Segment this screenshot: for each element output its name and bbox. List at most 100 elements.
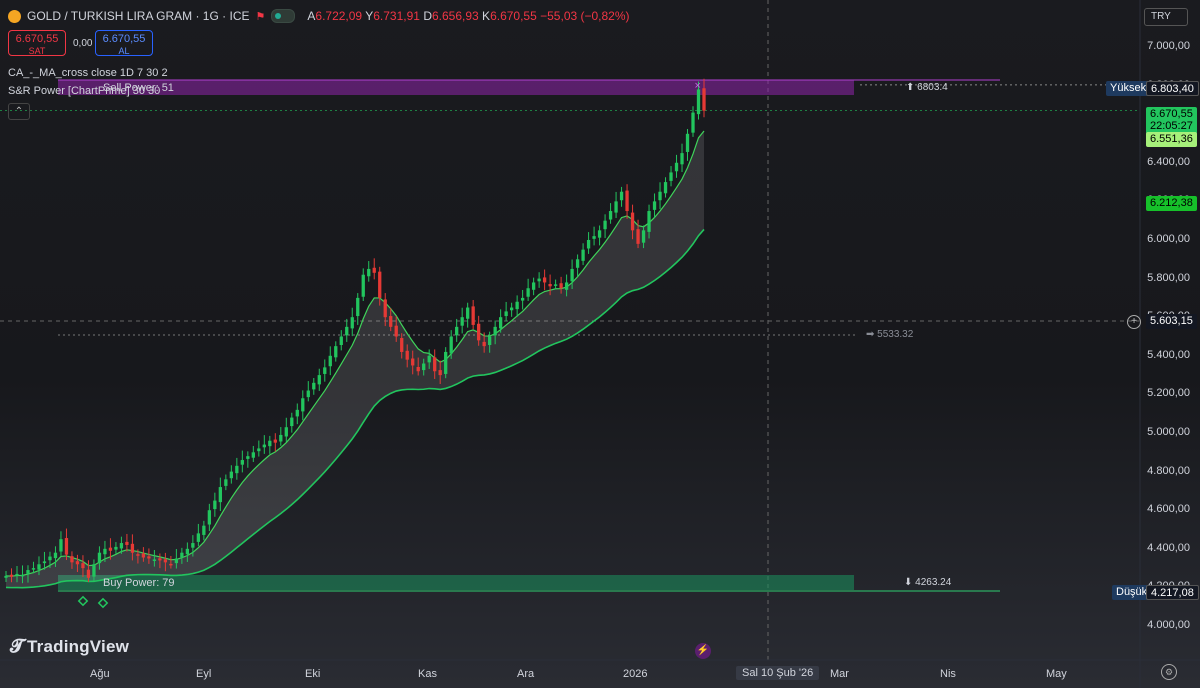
candle-body [466, 307, 470, 319]
candle-body [92, 564, 96, 577]
price-axis-tick: 4.400,00 [1147, 541, 1190, 554]
candle-body [207, 510, 212, 525]
price-chart[interactable]: × [0, 0, 1200, 688]
candle-body [444, 351, 448, 374]
flag-icon[interactable]: ⚑ [256, 10, 266, 23]
candle-body [4, 575, 8, 578]
candle-body [180, 552, 184, 558]
market-status-toggle-icon[interactable] [271, 9, 296, 23]
candle-body [268, 440, 272, 447]
candle-body [361, 274, 365, 297]
candle-body [394, 325, 398, 337]
candle-body [174, 558, 179, 564]
candle-body [262, 444, 266, 448]
candle-body [169, 563, 173, 566]
time-axis-tick: Eki [305, 668, 321, 680]
candle-body [504, 311, 508, 317]
low-zone-level: ⬇ 4263.24 [904, 577, 952, 588]
tradingview-logo-icon: 𝓣 [10, 636, 24, 656]
candle-body [367, 268, 371, 277]
candle-body [290, 417, 294, 427]
time-axis-tick: Eyl [196, 668, 212, 680]
crosshair-price-tag: 5.603,15 [1146, 314, 1197, 329]
candle-body [702, 88, 706, 111]
candle-body [306, 390, 310, 398]
candle-body [334, 346, 338, 358]
chart-stage: × GOLD / TURKISH LIRA GRAM · 1G · ICE ⚑ … [0, 0, 1200, 688]
candle-body [147, 556, 151, 559]
candle-body [202, 525, 206, 535]
candle-body [339, 336, 343, 345]
candle-body [389, 316, 393, 327]
candle-body [75, 561, 80, 565]
candle-body [663, 182, 668, 194]
time-axis-tick: Mar [830, 668, 849, 680]
buy-signal-diamond-icon [97, 597, 109, 609]
high-zone-level: ⬆ 6803.4 [906, 82, 948, 93]
high-marker-icon: × [695, 80, 701, 92]
candle-body [641, 230, 646, 243]
candle-body [553, 284, 558, 286]
candle-body [257, 448, 261, 452]
candle-body [526, 288, 530, 297]
collapse-legend-button[interactable]: ⌃ [8, 103, 30, 120]
candle-body [240, 460, 244, 465]
candle-body [345, 326, 349, 336]
candle-body [48, 556, 52, 561]
candle-body [317, 375, 321, 385]
price-axis-tick: 5.200,00 [1147, 387, 1190, 400]
candle-body [141, 553, 146, 558]
buy-button[interactable]: 6.670,55 AL [95, 30, 153, 56]
time-axis-tick: May [1046, 668, 1067, 680]
candle-body [592, 236, 596, 239]
candle-body [158, 558, 162, 561]
buy-power-zone [58, 575, 854, 590]
add-alert-icon[interactable]: + [1127, 315, 1141, 329]
candle-body [498, 317, 503, 329]
time-axis-tick: Ara [517, 668, 535, 680]
price-axis-tick: 4.000,00 [1147, 619, 1190, 632]
candle-body [509, 307, 514, 311]
candle-body [213, 500, 217, 510]
candle-body [614, 201, 618, 213]
candle-body [356, 297, 360, 317]
candle-body [372, 267, 376, 273]
candle-body [103, 548, 107, 555]
candle-body [53, 552, 58, 559]
candle-body [224, 479, 228, 486]
candle-body [312, 382, 316, 390]
candle-body [108, 547, 113, 551]
candle-body [433, 357, 437, 372]
ma-slow-tag: 6.212,38 [1146, 196, 1197, 211]
sell-button[interactable]: 6.670,55 SAT [8, 30, 66, 56]
mid-zone-level: ➡ 5533.32 [866, 329, 914, 340]
candle-body [636, 229, 640, 244]
sell-power-zone [58, 80, 854, 95]
price-axis-tick: 4.600,00 [1147, 503, 1190, 516]
indicator-ma-label[interactable]: CA_-_MA_cross close 1D 7 30 2 [8, 67, 168, 79]
candle-body [520, 297, 525, 301]
currency-select[interactable]: TRY [1144, 8, 1188, 26]
buy-power-label: Buy Power: 79 [103, 577, 175, 589]
tradingview-logo: 𝓣 TradingView [10, 636, 130, 656]
symbol-title[interactable]: GOLD / TURKISH LIRA GRAM · 1G · ICE [27, 9, 250, 23]
candle-body [185, 548, 190, 555]
candle-body [548, 283, 552, 287]
ma-cloud-fill [6, 131, 704, 588]
candle-body [570, 268, 574, 282]
candle-body [652, 201, 657, 210]
candle-body [295, 409, 299, 417]
candle-body [350, 317, 354, 329]
time-axis-tick: Kas [418, 668, 437, 680]
buy-label: AL [118, 46, 130, 56]
candle-body [586, 239, 591, 249]
candle-body [130, 543, 135, 553]
candle-body [378, 271, 382, 298]
candle-body [284, 427, 288, 437]
candle-body [191, 543, 195, 548]
lightning-icon[interactable]: ⚡ [695, 643, 711, 659]
settings-gear-icon[interactable]: ⚙ [1161, 664, 1177, 680]
candle-body [559, 283, 563, 289]
candle-body [427, 355, 431, 363]
candle-body [597, 230, 602, 238]
